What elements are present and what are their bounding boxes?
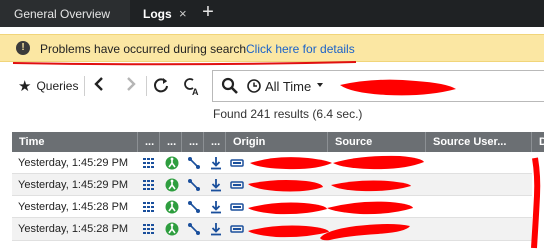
tab-label: General Overview	[14, 6, 111, 21]
tab-label: Logs	[143, 6, 172, 21]
table-row[interactable]: Yesterday, 1:45:29 PM	[12, 174, 532, 196]
row-time: Yesterday, 1:45:29 PM	[18, 179, 129, 191]
download-icon	[211, 179, 221, 192]
table-row[interactable]: Yesterday, 1:45:28 PM	[12, 196, 532, 218]
redaction-mark	[333, 155, 424, 170]
table-row[interactable]: Yesterday, 1:45:28 PM	[12, 218, 532, 241]
download-icon	[211, 157, 221, 170]
device-icon	[230, 225, 244, 233]
chevron-down-icon[interactable]	[317, 83, 323, 87]
redaction-mark	[250, 157, 332, 170]
clock-icon	[247, 79, 261, 93]
column-header-source[interactable]: Source	[328, 132, 426, 152]
download-icon	[211, 223, 221, 236]
toolbar-separator	[146, 76, 147, 96]
network-icon	[165, 156, 179, 170]
row-time: Yesterday, 1:45:28 PM	[18, 223, 129, 235]
network-icon	[165, 200, 179, 214]
queries-button[interactable]: ★ Queries	[18, 78, 79, 95]
warning-banner: ! Problems have occurred during search C…	[0, 34, 544, 62]
link-icon	[188, 201, 200, 213]
link-icon	[188, 157, 200, 169]
row-time: Yesterday, 1:45:28 PM	[18, 201, 129, 213]
column-header[interactable]: ...	[160, 132, 182, 152]
add-tab-button[interactable]: +	[197, 0, 219, 27]
tab-general-overview[interactable]: General Overview	[0, 0, 130, 27]
grid-icon	[143, 202, 154, 212]
forward-icon[interactable]	[122, 76, 140, 96]
grid-icon	[143, 180, 154, 190]
column-header[interactable]: ...	[204, 132, 226, 152]
row-time: Yesterday, 1:45:29 PM	[18, 157, 129, 169]
column-header-source-user[interactable]: Source User...	[426, 132, 532, 152]
results-count: Found 241 results (6.4 sec.)	[213, 107, 363, 121]
time-filter-select[interactable]: All Time	[265, 79, 311, 94]
star-icon: ★	[18, 78, 32, 95]
table-header: Time ... ... ... ... Origin Source Sourc…	[12, 132, 544, 152]
column-header-time[interactable]: Time	[12, 132, 138, 152]
search-icon[interactable]	[221, 77, 239, 95]
device-icon	[230, 159, 244, 167]
redaction-mark	[248, 202, 327, 215]
redaction-mark	[340, 79, 456, 96]
column-header-origin[interactable]: Origin	[226, 132, 328, 152]
device-icon	[230, 181, 244, 189]
link-icon	[188, 223, 200, 235]
svg-text:A: A	[192, 87, 199, 96]
redaction-mark	[248, 180, 323, 192]
column-header[interactable]: ...	[182, 132, 204, 152]
details-link[interactable]: Click here for details	[246, 42, 355, 56]
toolbar-separator	[84, 76, 85, 96]
back-icon[interactable]	[90, 76, 108, 96]
redaction-mark	[531, 157, 541, 249]
network-icon	[165, 178, 179, 192]
grid-icon	[143, 224, 154, 234]
close-icon[interactable]: ×	[179, 6, 191, 21]
network-icon	[165, 222, 179, 236]
search-box[interactable]: All Time	[212, 70, 544, 102]
redaction-mark	[320, 224, 410, 241]
tab-strip: General Overview Logs × +	[0, 0, 544, 27]
warning-message: Problems have occurred during search	[40, 42, 247, 56]
redaction-mark	[331, 180, 411, 192]
column-header-d[interactable]: D	[532, 132, 544, 152]
table-row[interactable]: Yesterday, 1:45:29 PM	[12, 152, 532, 174]
queries-label: Queries	[36, 79, 79, 93]
grid-icon	[143, 158, 154, 168]
device-icon	[230, 203, 244, 211]
refresh-icon[interactable]	[152, 76, 170, 96]
red-underline-annotation	[12, 61, 357, 66]
download-icon	[211, 201, 221, 214]
redaction-mark	[327, 201, 413, 215]
column-header[interactable]: ...	[138, 132, 160, 152]
warning-icon: !	[16, 41, 30, 55]
tab-logs[interactable]: Logs ×	[131, 0, 195, 27]
link-icon	[188, 179, 200, 191]
case-sensitive-icon[interactable]: A	[183, 76, 201, 97]
